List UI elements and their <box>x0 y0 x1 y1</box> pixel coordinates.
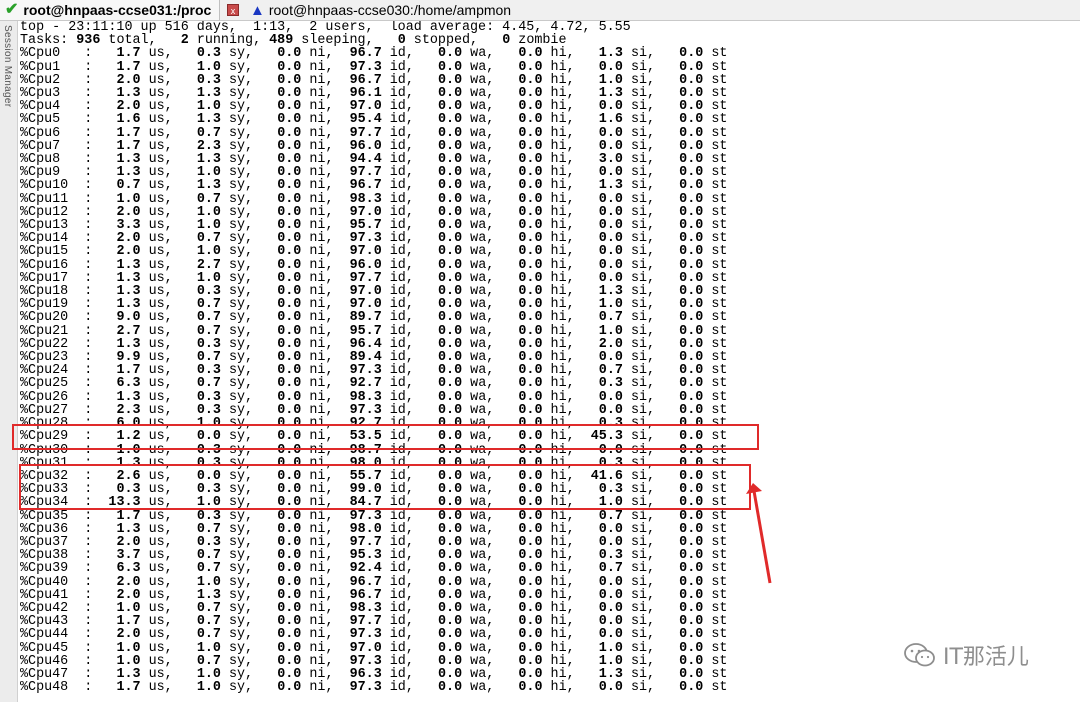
terminal-text: top - 23:11:10 up 516 days, 1:13, 2 user… <box>18 21 1080 694</box>
cpu-us-value: 1.7 <box>100 680 141 696</box>
cpu-hi-value: 0.0 <box>502 680 543 696</box>
close-icon[interactable]: x <box>227 4 239 16</box>
check-icon: ✔ <box>5 1 19 18</box>
cpu-wa-value: 0.0 <box>421 680 463 696</box>
cpu-ni-value: 0.0 <box>261 680 302 696</box>
sidebar-label: Session Manager <box>2 25 13 108</box>
tab-root-hnpaas-ccse030[interactable]: ▲ root@hnpaas-ccse030:/home/ampmon <box>246 0 511 20</box>
cpu-sy-value: 1.0 <box>180 680 221 696</box>
tab-root-hnpaas-ccse031[interactable]: ✔ root@hnpaas-ccse031:/proc <box>0 0 220 20</box>
highlight-box-cpu32-33 <box>19 464 751 510</box>
wechat-icon <box>904 643 935 667</box>
cpu-row: %Cpu48 : 1.7 us, 1.0 sy, 0.0 ni, 97.3 id… <box>20 680 728 696</box>
cpu-st-value: 0.0 <box>663 680 704 696</box>
terminal-output[interactable]: top - 23:11:10 up 516 days, 1:13, 2 user… <box>18 21 1080 702</box>
cpu-rows: %Cpu0 : 1.7 us, 0.3 sy, 0.0 ni, 96.7 id,… <box>20 46 727 695</box>
cpu-id-value: 97.3 <box>341 680 382 696</box>
session-manager-sidebar[interactable]: Session Manager <box>0 21 18 702</box>
tab-title: root@hnpaas-ccse031:/proc <box>23 2 212 18</box>
cpu-label: %Cpu48 <box>20 680 77 696</box>
watermark: IT那活儿 <box>903 640 1029 670</box>
tab-title: root@hnpaas-ccse030:/home/ampmon <box>268 2 512 18</box>
warning-icon: ▲ <box>250 1 265 19</box>
cpu-si-value: 0.0 <box>582 680 623 696</box>
tab-bar: ✔ root@hnpaas-ccse031:/proc x ▲ root@hnp… <box>0 0 1080 21</box>
highlight-box-cpu29 <box>12 424 759 450</box>
watermark-text: IT那活儿 <box>943 645 1029 670</box>
